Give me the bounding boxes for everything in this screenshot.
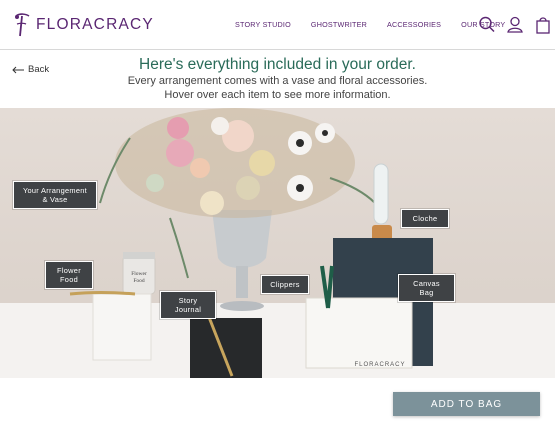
hotspot-story-journal-line2: Journal	[174, 305, 202, 314]
table-surface	[0, 303, 555, 378]
site-header: FLORACRACY STORY STUDIO GHOSTWRITER ACCE…	[0, 0, 555, 50]
product-scene: Flower Food FLORACRACY Your Arrangement …	[0, 108, 555, 378]
vase-stem	[236, 266, 248, 298]
cloche-glass	[373, 163, 389, 225]
hotspot-arrangement-vase[interactable]: Your Arrangement & Vase	[13, 181, 97, 209]
logo-mark-icon	[15, 13, 30, 37]
hotspot-cloche[interactable]: Cloche	[401, 209, 449, 228]
white-block	[92, 293, 152, 361]
vase-bowl	[212, 210, 272, 268]
intro-subline-1: Every arrangement comes with a vase and …	[127, 75, 428, 87]
jar-label-line2: Food	[133, 278, 145, 284]
nav-ghostwriter[interactable]: GHOSTWRITER	[311, 20, 367, 29]
bag-icon[interactable]	[534, 15, 552, 35]
hotspot-story-journal[interactable]: Story Journal	[160, 291, 216, 319]
brand-logo[interactable]: FLORACRACY	[12, 12, 154, 38]
hotspot-flower-food-line1: Flower	[57, 266, 81, 275]
jar-lid	[123, 252, 155, 259]
add-to-bag-button[interactable]: ADD TO BAG	[393, 392, 540, 416]
bag-brand-print: FLORACRACY	[354, 362, 405, 368]
jar-label-line1: Flower	[131, 271, 147, 277]
header-icons	[478, 15, 552, 35]
hotspot-clippers[interactable]: Clippers	[261, 275, 309, 294]
nav-story-studio[interactable]: STORY STUDIO	[235, 20, 291, 29]
hotspot-canvas-bag[interactable]: Canvas Bag	[398, 274, 455, 302]
search-icon[interactable]	[478, 15, 496, 35]
vase-base	[220, 301, 264, 311]
canvas-bag	[305, 297, 413, 369]
hotspot-clippers-label: Clippers	[270, 280, 300, 289]
hotspot-arrangement-line2: & Vase	[42, 195, 68, 204]
account-icon[interactable]	[506, 15, 524, 35]
hotspot-canvas-bag-label: Canvas Bag	[413, 279, 440, 297]
scene-illustration: Flower Food FLORACRACY	[0, 108, 555, 378]
brand-name: FLORACRACY	[36, 16, 154, 33]
story-journal	[190, 318, 262, 378]
nav-accessories[interactable]: ACCESSORIES	[387, 20, 441, 29]
hotspot-flower-food-line2: Food	[59, 275, 79, 284]
gold-spoon	[69, 291, 136, 296]
intro-subline-2: Hover over each item to see more informa…	[164, 89, 391, 101]
hotspot-story-journal-line1: Story	[178, 296, 198, 305]
page-headline: Here's everything included in your order…	[139, 56, 416, 73]
hotspot-flower-food[interactable]: Flower Food	[45, 261, 93, 289]
hotspot-arrangement-line1: Your Arrangement	[22, 186, 88, 195]
hotspot-cloche-label: Cloche	[412, 214, 438, 223]
